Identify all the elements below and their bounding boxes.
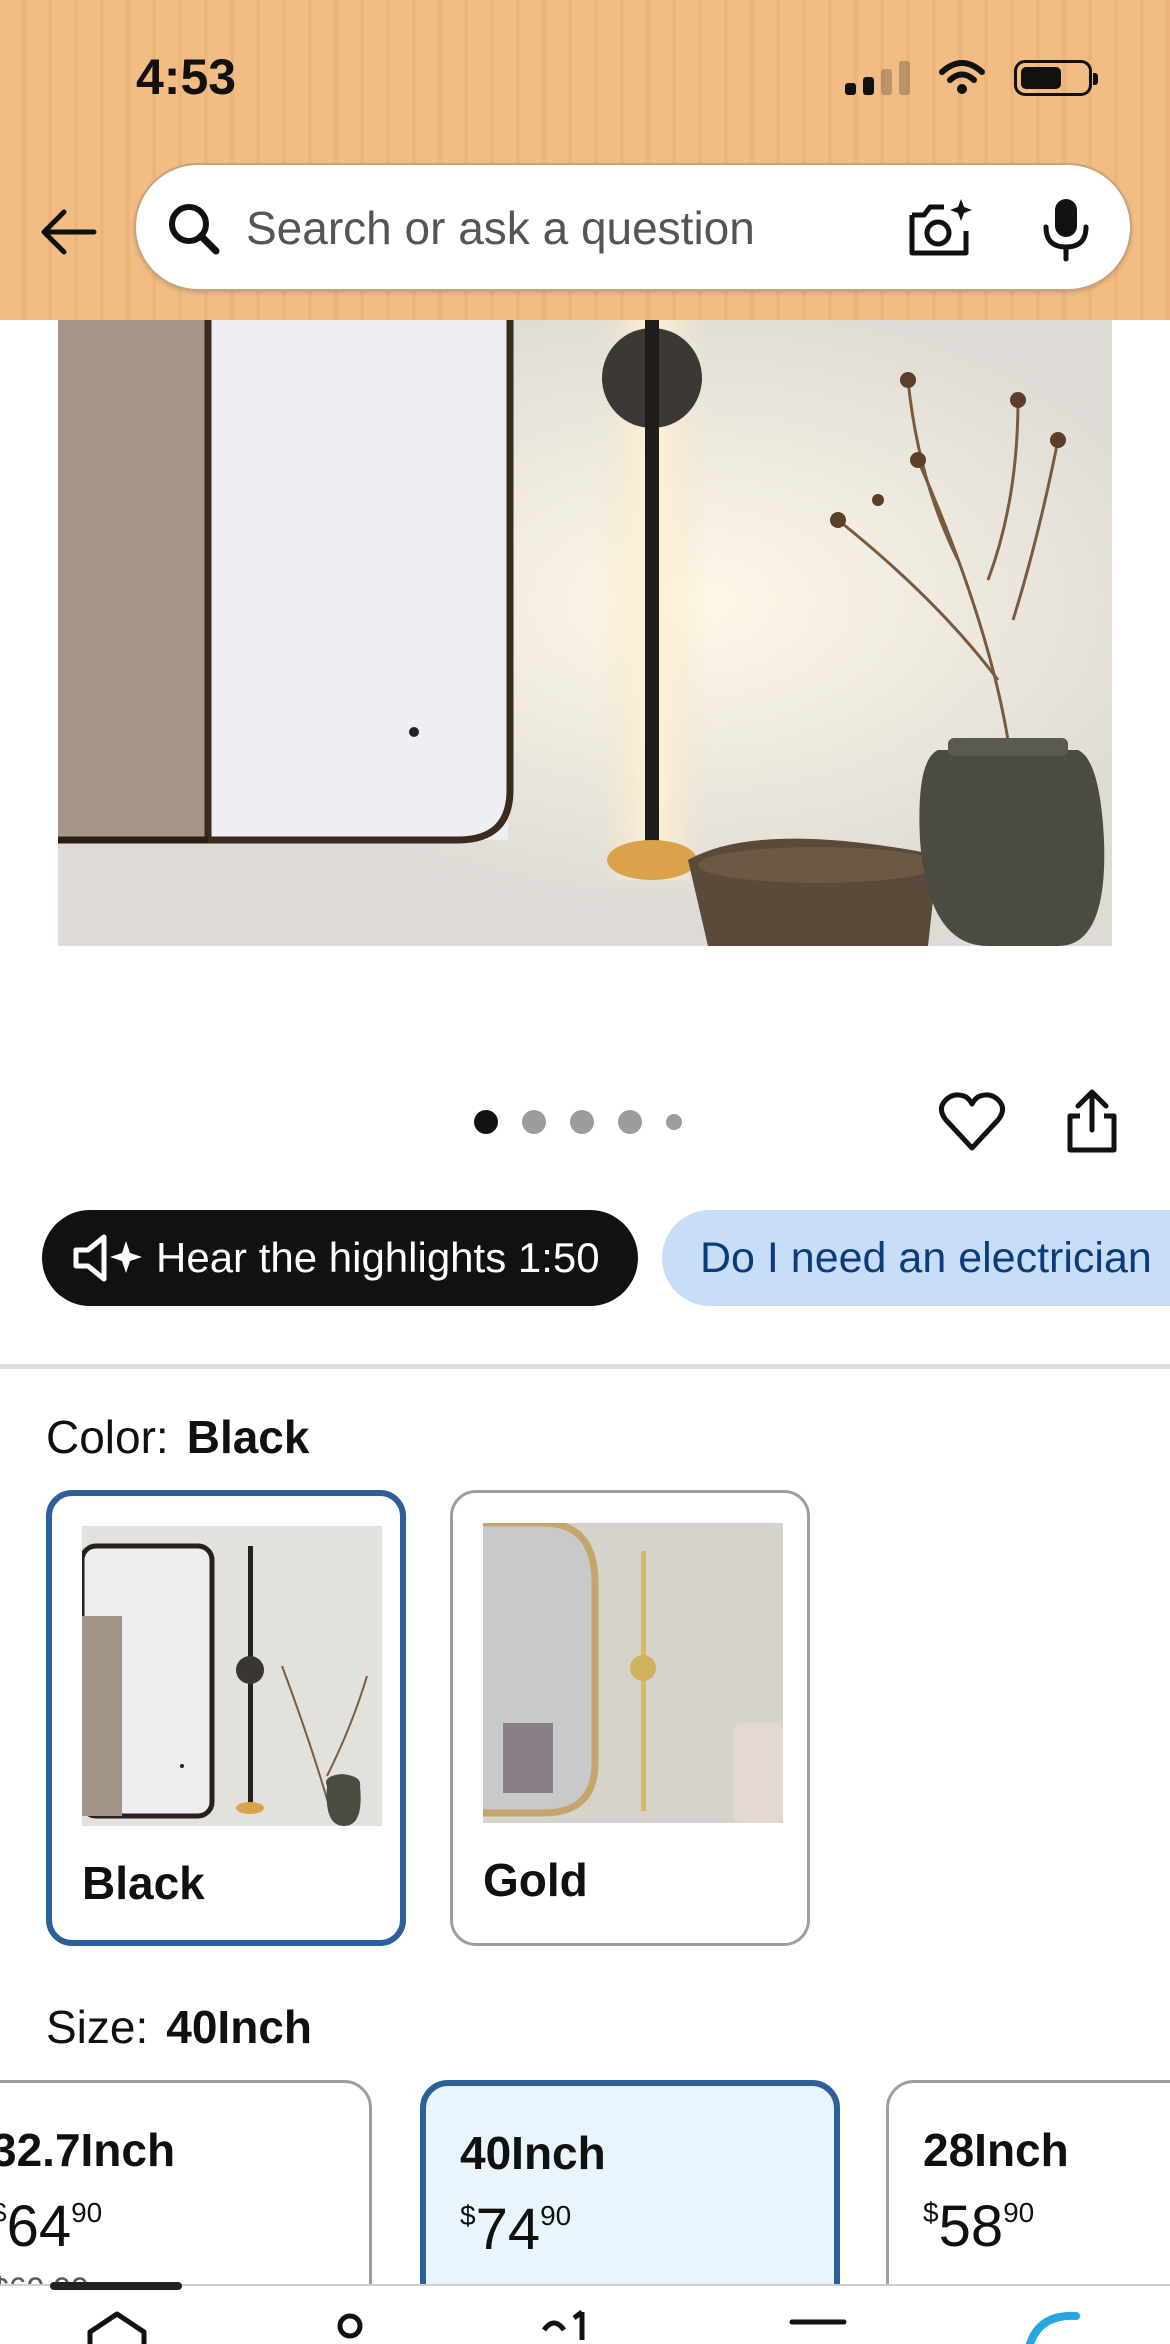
speaker-sparkle-icon	[73, 1234, 142, 1282]
hear-highlights-button[interactable]: Hear the highlights 1:50	[42, 1210, 638, 1306]
menu-icon[interactable]	[788, 2310, 848, 2344]
product-image[interactable]	[58, 320, 1112, 946]
size-label-text: Size:	[46, 2001, 149, 2053]
size-option-price: $6490	[0, 2194, 103, 2259]
color-label: Color: Black	[46, 1410, 309, 1464]
share-icon[interactable]	[1062, 1086, 1122, 1156]
pagination-dot[interactable]	[570, 1110, 594, 1134]
home-icon[interactable]	[82, 2310, 152, 2344]
status-time: 4:53	[136, 49, 237, 105]
color-option-label: Gold	[483, 1854, 588, 1906]
size-selected-value: 40Inch	[166, 2001, 312, 2053]
pagination-dot[interactable]	[522, 1110, 546, 1134]
size-option-label: 32.7Inch	[0, 2124, 176, 2176]
heart-icon[interactable]	[938, 1088, 1006, 1156]
ai-icon[interactable]	[1020, 2310, 1080, 2344]
pagination-dot[interactable]	[666, 1114, 682, 1130]
size-option-label: 40Inch	[460, 2127, 606, 2179]
tab-active-indicator	[50, 2282, 182, 2290]
size-option-price: $7490	[460, 2197, 572, 2262]
signal-icon	[845, 61, 910, 95]
size-option-price: $5890	[923, 2194, 1035, 2259]
color-option-black[interactable]: Black	[46, 1490, 406, 1946]
wifi-icon	[939, 60, 985, 94]
top-header: 4:53	[0, 0, 1170, 320]
search-bar[interactable]	[134, 163, 1132, 291]
color-option-gold[interactable]: Gold	[450, 1490, 810, 1946]
question-chip-label: Do I need an electrician	[700, 1233, 1152, 1282]
back-arrow-icon[interactable]	[36, 200, 100, 264]
pagination-dot[interactable]	[618, 1110, 642, 1134]
search-icon	[169, 204, 220, 255]
color-thumbnail-black	[82, 1526, 382, 1826]
color-option-label: Black	[82, 1857, 205, 1909]
pagination-dot[interactable]	[474, 1110, 498, 1134]
section-divider	[0, 1364, 1170, 1369]
question-chip[interactable]: Do I need an electrician	[662, 1210, 1170, 1306]
color-selected-value: Black	[186, 1411, 310, 1463]
camera-search-icon[interactable]	[906, 195, 974, 263]
battery-icon	[1014, 60, 1098, 96]
color-label-text: Color:	[46, 1411, 169, 1463]
hear-highlights-label: Hear the highlights 1:50	[156, 1234, 600, 1281]
color-thumbnail-gold	[483, 1523, 783, 1823]
mic-icon[interactable]	[1036, 195, 1096, 263]
search-input[interactable]	[246, 195, 886, 261]
image-pagination[interactable]	[474, 1110, 682, 1134]
rufus-icon[interactable]	[540, 2310, 610, 2344]
size-option-label: 28Inch	[923, 2124, 1069, 2176]
size-label: Size: 40Inch	[46, 2000, 312, 2054]
wall-lamp-photo	[58, 320, 1112, 946]
status-icons	[845, 56, 1098, 100]
account-icon[interactable]	[330, 2310, 370, 2344]
